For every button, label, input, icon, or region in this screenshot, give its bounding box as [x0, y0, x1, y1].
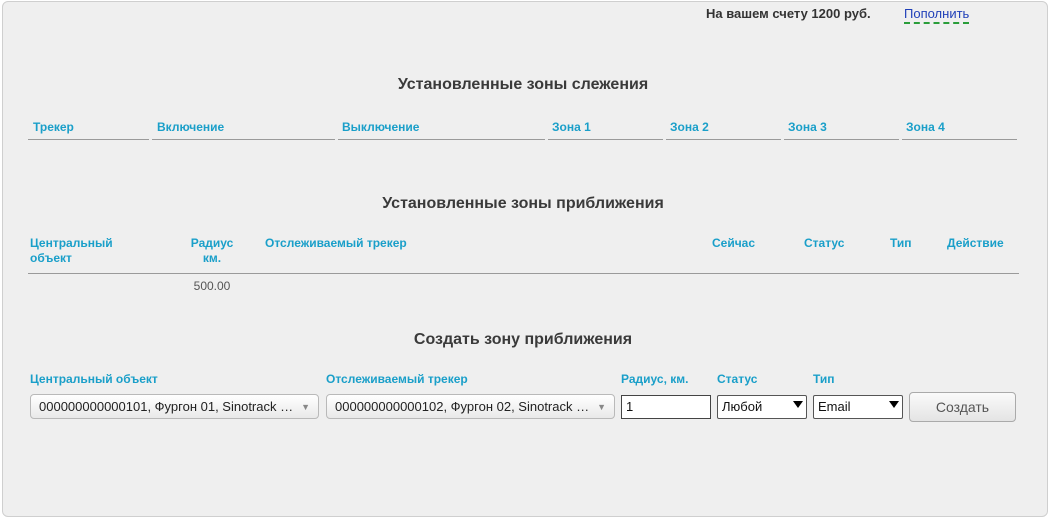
col-disable: Выключение — [342, 120, 420, 134]
chevron-down-icon — [889, 401, 899, 408]
chevron-down-icon: ▼ — [597, 402, 606, 412]
col-central-object-line2: объект — [30, 251, 72, 265]
account-balance: На вашем счету 1200 руб. — [706, 6, 871, 21]
col-action: Действие — [947, 236, 1004, 250]
col-now: Сейчас — [712, 236, 756, 250]
col-tracked-tracker: Отслеживаемый трекер — [265, 236, 407, 250]
type-value: Email — [818, 399, 851, 414]
label-tracked-tracker: Отслеживаемый трекер — [326, 372, 468, 386]
col-zone-2: Зона 2 — [670, 120, 709, 134]
tracked-tracker-select[interactable]: 000000000000102, Фургон 02, Sinotrack ST… — [326, 394, 615, 419]
label-radius: Радиус, км. — [621, 372, 689, 386]
create-zone-title: Создать зону приближения — [413, 331, 633, 348]
header-underline — [28, 273, 1019, 274]
col-zone-4: Зона 4 — [906, 120, 945, 134]
header-underline — [666, 139, 781, 140]
col-radius-line1: Радиус — [190, 236, 234, 250]
type-select[interactable]: Email — [813, 395, 903, 419]
col-central-object-line1: Центральный — [30, 236, 113, 250]
central-object-select[interactable]: 000000000000101, Фургон 01, Sinotrack ST… — [30, 394, 319, 419]
tracked-tracker-value: 000000000000102, Фургон 02, Sinotrack ST… — [335, 399, 615, 414]
col-radius-line2: км. — [202, 251, 222, 265]
col-tracker: Трекер — [33, 120, 74, 134]
col-radius: Радиус км. — [186, 236, 238, 266]
header-underline — [338, 139, 545, 140]
label-type: Тип — [813, 372, 835, 386]
label-status: Статус — [717, 372, 758, 386]
header-underline — [152, 139, 335, 140]
col-type: Тип — [890, 236, 912, 250]
col-zone-1: Зона 1 — [552, 120, 591, 134]
col-enable: Включение — [157, 120, 225, 134]
header-underline — [902, 139, 1017, 140]
tracking-zones-title: Установленные зоны слежения — [397, 76, 649, 93]
status-select[interactable]: Любой — [717, 395, 807, 419]
header-underline — [548, 139, 663, 140]
central-object-value: 000000000000101, Фургон 01, Sinotrack ST… — [39, 399, 319, 414]
proximity-zones-title: Установленные зоны приближения — [382, 195, 664, 212]
col-status: Статус — [804, 236, 845, 250]
col-zone-3: Зона 3 — [788, 120, 827, 134]
header-underline — [784, 139, 899, 140]
topup-link[interactable]: Пополнить — [904, 6, 970, 24]
radius-input[interactable]: 1 — [621, 395, 711, 419]
create-button[interactable]: Создать — [909, 392, 1016, 422]
status-value: Любой — [722, 399, 763, 414]
label-central-object: Центральный объект — [30, 372, 158, 386]
header-underline — [28, 139, 149, 140]
chevron-down-icon: ▼ — [301, 402, 310, 412]
col-central-object: Центральный объект — [30, 236, 113, 266]
chevron-down-icon — [793, 401, 803, 408]
row-radius-value: 500.00 — [193, 279, 231, 293]
